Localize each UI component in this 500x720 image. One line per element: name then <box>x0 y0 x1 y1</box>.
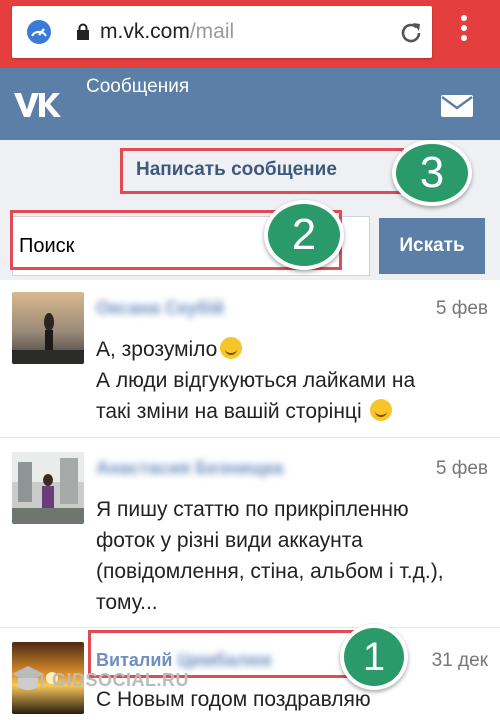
url-host: m.vk.com <box>100 20 190 43</box>
dialog-item[interactable]: Оксана Скубій 5 фев А, зрозуміло А люди … <box>0 280 500 438</box>
message-line: фоток у різні види аккаунта <box>96 529 363 552</box>
address-bar[interactable]: m.vk.com/mail <box>12 6 432 58</box>
message-date: 5 фев <box>435 458 488 479</box>
message-line: А, зрозуміло <box>96 338 218 361</box>
lock-icon <box>77 23 89 40</box>
step-badge-2: 2 <box>264 200 344 270</box>
step-badge-1: 1 <box>340 624 408 690</box>
browser-toolbar: m.vk.com/mail <box>0 0 500 68</box>
message-date: 5 фев <box>435 298 488 319</box>
speedometer-icon <box>27 20 51 44</box>
vk-logo-icon[interactable] <box>12 90 62 120</box>
message-line: тому... <box>96 591 158 614</box>
search-bar: Искать <box>0 208 500 280</box>
url-path: /mail <box>189 20 235 43</box>
avatar <box>12 452 84 524</box>
page-title: Сообщения <box>86 76 190 97</box>
contact-name: Оксана Скубій <box>96 298 225 318</box>
dialog-item[interactable]: Анастасия Безнищка 5 фев Я пишу статтю п… <box>0 440 500 628</box>
message-line: Я пишу статтю по прикріпленню <box>96 498 409 521</box>
graduation-cap-icon <box>12 666 44 690</box>
avatar <box>12 292 84 364</box>
compose-highlight-box <box>120 148 404 194</box>
message-date: 31 дек <box>431 650 488 671</box>
watermark: GIDSOCIAL.RU <box>8 660 189 700</box>
url-text: m.vk.com/mail <box>100 18 234 46</box>
message-line: А люди відгукуються лайками на <box>96 369 416 392</box>
message-line: (повідомлення, стіна, альбом і т.д.), <box>96 560 444 583</box>
mail-icon[interactable] <box>440 94 474 118</box>
app-header: Сообщения <box>0 68 500 140</box>
dialog-list: Оксана Скубій 5 фев А, зрозуміло А люди … <box>0 280 500 720</box>
message-line: такі зміни на вашій сторінці <box>96 400 362 423</box>
smile-emoji-icon <box>220 337 243 359</box>
watermark-text: GIDSOCIAL.RU <box>52 670 190 690</box>
reload-icon[interactable] <box>398 20 424 46</box>
search-button[interactable]: Искать <box>379 218 485 274</box>
more-menu-icon[interactable] <box>454 12 474 52</box>
step-badge-3: 3 <box>392 140 472 206</box>
contact-name: Анастасия Безнищка <box>96 458 284 478</box>
message-preview: Я пишу статтю по прикріпленню фоток у рі… <box>96 494 488 618</box>
message-preview: А, зрозуміло А люди відгукуються лайками… <box>96 334 488 427</box>
hug-emoji-icon <box>370 399 393 421</box>
